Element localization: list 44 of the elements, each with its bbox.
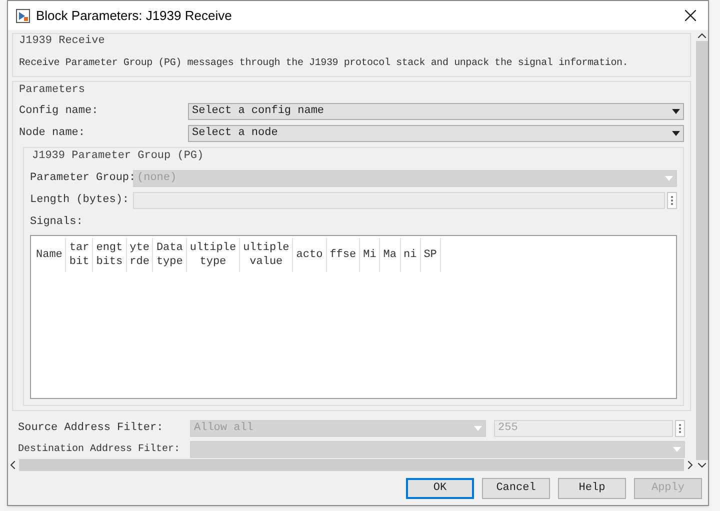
dialog-button[interactable]: Cancel <box>482 478 550 498</box>
more-options-button[interactable] <box>667 192 677 208</box>
close-icon <box>684 10 696 21</box>
column-header[interactable]: Mi <box>360 238 380 272</box>
field-label: Node name: <box>19 126 86 142</box>
dialog-button[interactable]: OK <box>406 478 474 498</box>
field-value: 255 <box>498 421 518 436</box>
column-header[interactable]: Ma <box>380 238 400 272</box>
block-icon <box>16 8 30 22</box>
field-label: Config name: <box>19 104 100 120</box>
field-label: Source Address Filter: <box>18 421 164 436</box>
field-label: Destination Address Filter: <box>18 442 182 457</box>
column-header[interactable]: SP <box>420 238 441 272</box>
dropdown-value: Allow all <box>194 421 254 436</box>
description-text: Receive Parameter Group (PG) messages through the J1939 protocol stack and unpack the signal information. <box>19 56 628 70</box>
caret-icon <box>672 109 680 114</box>
panel-title: Parameters <box>19 82 86 98</box>
column-header[interactable]: acto <box>293 238 327 272</box>
caret-icon <box>474 426 482 431</box>
field-label: Parameter Group: <box>30 170 133 186</box>
field-label: Length (bytes): <box>30 192 130 208</box>
column-header[interactable]: ffse <box>326 238 360 272</box>
column-header[interactable]: engt bits <box>93 238 127 272</box>
panel-title: J1939 Receive <box>19 34 106 49</box>
dropdown-value: (none) <box>137 170 177 186</box>
caret-icon <box>672 131 680 136</box>
column-header[interactable]: yte rde <box>126 238 154 272</box>
column-header[interactable]: ni <box>400 238 421 272</box>
column-header[interactable]: Name <box>33 238 66 272</box>
column-header[interactable]: Data type <box>153 238 187 272</box>
field-label: Signals: <box>30 214 84 230</box>
dropdown[interactable]: Select a node <box>188 125 684 142</box>
caret-icon <box>665 176 673 180</box>
column-header[interactable]: ultiple type <box>186 238 240 272</box>
dialog-button[interactable]: Help <box>558 478 626 498</box>
dropdown-value: Select a config name <box>192 104 324 120</box>
more-options-button[interactable] <box>675 420 685 437</box>
window-title: Block Parameters: J1939 Receive <box>36 6 233 25</box>
dropdown-value: Select a node <box>192 126 278 142</box>
column-header[interactable]: tar bit <box>66 238 94 272</box>
dropdown[interactable]: Select a config name <box>188 103 684 120</box>
column-header[interactable]: ultiple value <box>240 238 294 272</box>
panel-title: J1939 Parameter Group (PG) <box>32 149 205 164</box>
caret-icon <box>673 447 681 452</box>
